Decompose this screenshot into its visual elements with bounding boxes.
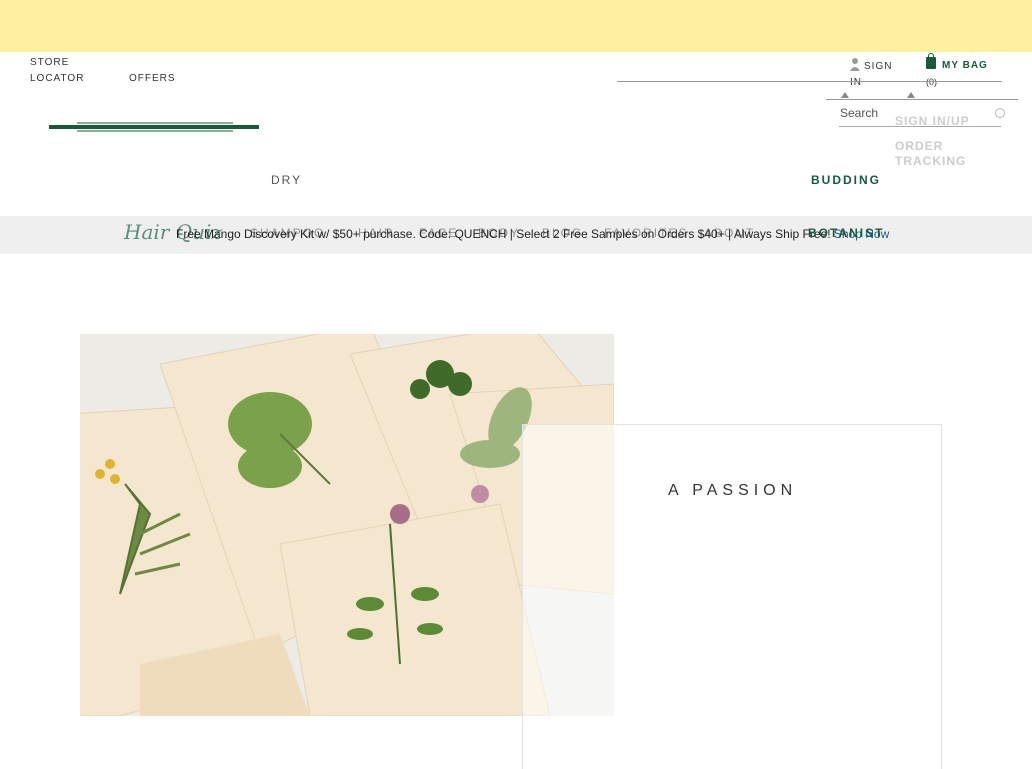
- header-divider: [617, 81, 1002, 82]
- search-icon[interactable]: [995, 108, 1005, 118]
- dropdown-divider: [826, 99, 1018, 100]
- top-banner: [0, 0, 1032, 52]
- person-icon: [850, 58, 860, 71]
- dropdown-caret-icon: [907, 92, 915, 98]
- my-bag-label: MY BAG: [942, 60, 988, 71]
- sign-in-up-link[interactable]: SIGN IN/UP: [895, 114, 970, 129]
- shopping-bag-icon: [926, 53, 936, 69]
- promo-message: Free Mango Discovery Kit w/ $50+ purchas…: [176, 227, 889, 241]
- nav-botanist[interactable]: BOTANIST: [808, 226, 884, 240]
- dropdown-caret-icon: [841, 92, 849, 98]
- hero-card: [522, 424, 942, 769]
- order-tracking-link[interactable]: ORDER TRACKING: [895, 139, 975, 169]
- nav-budding[interactable]: BUDDING: [811, 173, 881, 187]
- sign-in-link[interactable]: SIGN IN: [850, 57, 902, 91]
- offers-link[interactable]: OFFERS: [129, 71, 176, 87]
- my-bag-link[interactable]: MY BAG (0): [926, 53, 988, 90]
- hero-heading: A PASSION: [668, 482, 798, 499]
- promo-text: Free Mango Discovery Kit w/ $50+ purchas…: [176, 227, 831, 241]
- store-locator-link[interactable]: STORE LOCATOR: [30, 55, 90, 87]
- brand-logo[interactable]: [49, 122, 259, 132]
- bag-count: (0): [926, 77, 937, 87]
- nav-dry[interactable]: DRY: [271, 173, 302, 187]
